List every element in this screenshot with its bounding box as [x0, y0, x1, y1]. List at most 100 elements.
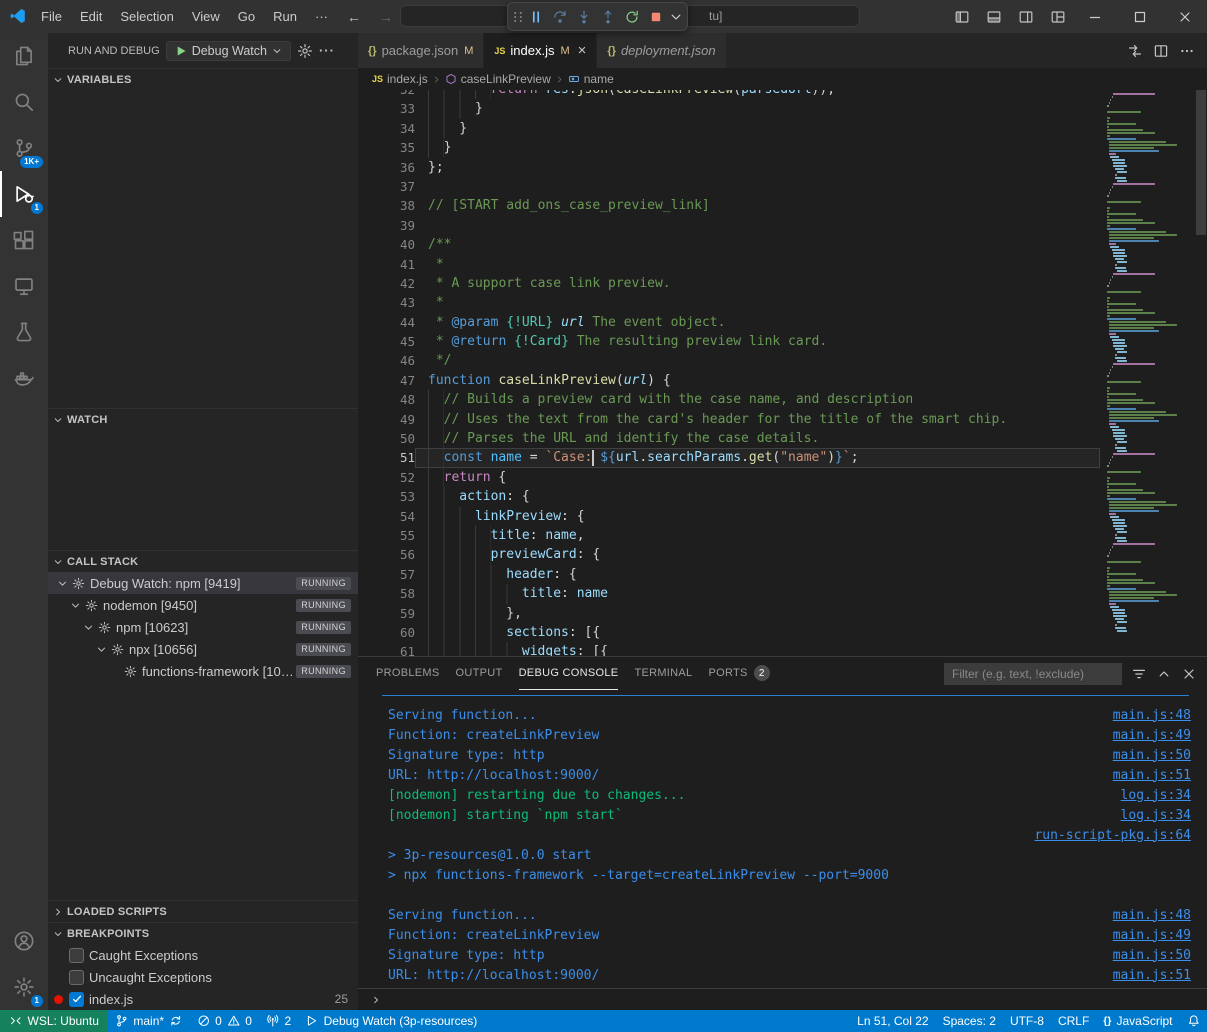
window-maximize-button[interactable] [1117, 0, 1162, 33]
git-branch-status[interactable]: main* [108, 1010, 190, 1032]
code-line[interactable]: 32return res.json(caseLinkPreview(parsed… [358, 90, 1100, 99]
code-line[interactable]: 56previewCard: { [358, 545, 1100, 564]
breakpoint-checkbox[interactable] [69, 992, 84, 1007]
console-options-button[interactable] [1131, 666, 1147, 682]
activity-run-and-debug[interactable]: 1 [0, 171, 48, 217]
panel-tab-output[interactable]: OUTPUT [456, 657, 503, 690]
debug-toolbar-more-button[interactable] [668, 5, 684, 29]
code-line[interactable]: 52return { [358, 468, 1100, 487]
activity-explorer[interactable] [0, 33, 48, 79]
activity-search[interactable] [0, 79, 48, 125]
window-close-button[interactable] [1162, 0, 1207, 33]
activity-accounts[interactable] [0, 918, 48, 964]
panel-tab-terminal[interactable]: TERMINAL [634, 657, 692, 690]
menu-selection[interactable]: Selection [111, 0, 182, 33]
debug-console-output[interactable]: Serving function...main.js:48Function: c… [358, 690, 1207, 988]
console-source-link[interactable]: main.js:50 [1093, 948, 1191, 963]
call-stack-item[interactable]: functions-framework [106...RUNNING [48, 660, 358, 682]
console-source-link[interactable]: run-script-pkg.js:64 [1014, 828, 1191, 843]
language-mode-status[interactable]: {} JavaScript [1096, 1010, 1179, 1032]
call-stack-item[interactable]: npx [10656]RUNNING [48, 638, 358, 660]
console-source-link[interactable]: main.js:49 [1093, 928, 1191, 943]
console-source-link[interactable]: log.js:34 [1101, 808, 1191, 823]
editor-tab-deployment-json[interactable]: {}deployment.json [597, 33, 726, 68]
split-editor-button[interactable] [1153, 43, 1169, 59]
more-actions-button[interactable] [1179, 43, 1195, 59]
menu-go[interactable]: Go [229, 0, 264, 33]
code-editor[interactable]: 32return res.json(caseLinkPreview(parsed… [358, 90, 1100, 656]
notifications-status[interactable] [1180, 1010, 1207, 1032]
panel-tab-ports[interactable]: PORTS2 [708, 657, 769, 690]
debug-console-input[interactable] [358, 988, 1207, 1010]
editor-tab-package-json[interactable]: {}package.jsonM [358, 33, 484, 68]
code-line[interactable]: 35} [358, 138, 1100, 157]
code-line[interactable]: 54linkPreview: { [358, 507, 1100, 526]
toolbar-gripper[interactable] [511, 5, 524, 29]
breakpoint-checkbox[interactable] [69, 948, 84, 963]
remote-indicator[interactable]: WSL: Ubuntu [0, 1010, 108, 1032]
panel-tab-debug-console[interactable]: DEBUG CONSOLE [519, 657, 619, 690]
code-line[interactable]: 47function caseLinkPreview(url) { [358, 371, 1100, 390]
encoding-status[interactable]: UTF-8 [1003, 1010, 1051, 1032]
code-line[interactable]: 38// [START add_ons_case_preview_link] [358, 196, 1100, 215]
activity-source-control[interactable]: 1K+ [0, 125, 48, 171]
breadcrumb-item[interactable]: name [568, 72, 614, 86]
activity-extensions[interactable] [0, 217, 48, 263]
window-minimize-button[interactable] [1072, 0, 1117, 33]
code-line[interactable]: 51const name = `Case: ${url.searchParams… [358, 448, 1100, 467]
code-line[interactable]: 50// Parses the URL and identify the cas… [358, 429, 1100, 448]
minimap[interactable] [1100, 90, 1195, 656]
code-line[interactable]: 49// Uses the text from the card's heade… [358, 410, 1100, 429]
call-stack-item[interactable]: nodemon [9450]RUNNING [48, 594, 358, 616]
code-line[interactable]: 33} [358, 99, 1100, 118]
console-filter-input[interactable] [944, 663, 1122, 685]
loaded-scripts-section-header[interactable]: LOADED SCRIPTS [48, 900, 358, 922]
step-into-button[interactable] [572, 5, 596, 29]
code-line[interactable]: 41 * [358, 255, 1100, 274]
console-source-link[interactable]: main.js:48 [1093, 908, 1191, 923]
code-line[interactable]: 43 * [358, 293, 1100, 312]
close-panel-button[interactable] [1181, 666, 1197, 682]
menu-edit[interactable]: Edit [71, 0, 111, 33]
toggle-primary-sidebar-button[interactable] [949, 4, 975, 30]
launch-config-dropdown[interactable]: Debug Watch [166, 41, 291, 61]
breakpoint-item[interactable]: Uncaught Exceptions [48, 966, 358, 988]
console-source-link[interactable]: log.js:34 [1101, 788, 1191, 803]
menu-view[interactable]: View [183, 0, 229, 33]
activity-testing[interactable] [0, 309, 48, 355]
call-stack-item[interactable]: Debug Watch: npm [9419]RUNNING [48, 572, 358, 594]
debug-session-status[interactable]: Debug Watch (3p-resources) [298, 1010, 484, 1032]
activity-docker[interactable] [0, 355, 48, 401]
eol-status[interactable]: CRLF [1051, 1010, 1096, 1032]
customize-layout-button[interactable] [1045, 4, 1071, 30]
step-out-button[interactable] [596, 5, 620, 29]
view-more-actions-button[interactable]: ··· [319, 43, 335, 58]
code-line[interactable]: 39 [358, 216, 1100, 235]
code-line[interactable]: 59}, [358, 604, 1100, 623]
open-changes-button[interactable] [1127, 43, 1143, 59]
editor-scrollbar[interactable] [1195, 90, 1207, 656]
problems-status[interactable]: 0 0 [190, 1010, 259, 1032]
breakpoint-checkbox[interactable] [69, 970, 84, 985]
code-line[interactable]: 48// Builds a preview card with the case… [358, 390, 1100, 409]
breadcrumb-item[interactable]: JSindex.js [372, 72, 428, 86]
code-line[interactable]: 44 * @param {!URL} url The event object. [358, 313, 1100, 332]
code-line[interactable]: 60sections: [{ [358, 623, 1100, 642]
panel-tab-problems[interactable]: PROBLEMS [376, 657, 440, 690]
console-source-link[interactable]: main.js:51 [1093, 968, 1191, 983]
breadcrumb-item[interactable]: caseLinkPreview [445, 72, 551, 86]
code-line[interactable]: 58title: name [358, 584, 1100, 603]
code-line[interactable]: 36}; [358, 158, 1100, 177]
breakpoint-item[interactable]: index.js25 [48, 988, 358, 1010]
start-debugging-icon[interactable] [174, 44, 188, 58]
menu-more[interactable]: ··· [306, 0, 337, 33]
toggle-secondary-sidebar-button[interactable] [1013, 4, 1039, 30]
scrollbar-thumb[interactable] [1196, 90, 1206, 235]
navigate-forward-button[interactable]: → [379, 9, 393, 25]
code-line[interactable]: 37 [358, 177, 1100, 196]
code-line[interactable]: 42 * A support case link preview. [358, 274, 1100, 293]
watch-section-header[interactable]: WATCH [48, 408, 358, 430]
step-over-button[interactable] [548, 5, 572, 29]
console-source-link[interactable]: main.js:49 [1093, 728, 1191, 743]
code-line[interactable]: 53action: { [358, 487, 1100, 506]
